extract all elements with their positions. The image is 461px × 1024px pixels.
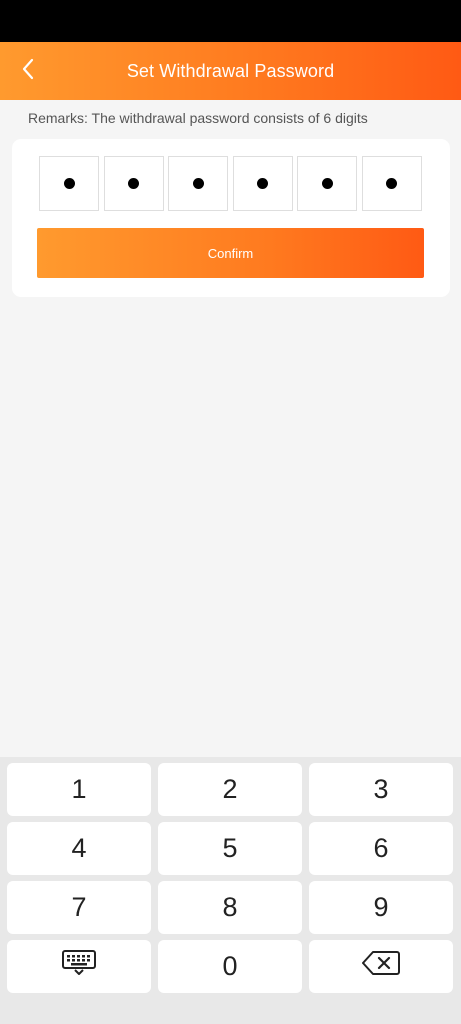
key-7[interactable]: 7 <box>7 881 151 934</box>
numeric-keypad: 1 2 3 4 5 6 7 8 9 0 <box>0 757 461 1024</box>
back-button[interactable] <box>8 51 48 91</box>
pin-input[interactable] <box>39 156 422 211</box>
pin-box[interactable] <box>168 156 229 211</box>
pin-box[interactable] <box>39 156 99 211</box>
pin-dot <box>386 178 398 189</box>
page-title: Set Withdrawal Password <box>126 60 335 81</box>
key-4[interactable]: 4 <box>7 822 151 875</box>
key-5[interactable]: 5 <box>158 822 302 875</box>
chevron-left-icon <box>21 58 35 85</box>
key-6[interactable]: 6 <box>309 822 453 875</box>
keyboard-icon <box>62 950 96 983</box>
key-0[interactable]: 0 <box>158 940 302 993</box>
pin-box[interactable] <box>361 156 422 211</box>
pin-dot <box>192 178 204 189</box>
confirm-button[interactable]: Confirm <box>37 228 424 278</box>
key-8[interactable]: 8 <box>158 881 302 934</box>
key-2[interactable]: 2 <box>158 763 302 816</box>
backspace-button[interactable] <box>309 940 453 993</box>
key-1[interactable]: 1 <box>7 763 151 816</box>
pin-dot <box>321 178 333 189</box>
password-card: Confirm <box>12 139 450 297</box>
pin-box[interactable] <box>232 156 293 211</box>
key-3[interactable]: 3 <box>309 763 453 816</box>
key-9[interactable]: 9 <box>309 881 453 934</box>
pin-dot <box>128 178 140 189</box>
pin-dot <box>63 178 75 189</box>
keyboard-toggle-button[interactable] <box>7 940 151 993</box>
app-header: Set Withdrawal Password <box>0 42 461 100</box>
password-remarks: Remarks: The withdrawal password consist… <box>28 110 368 126</box>
pin-box[interactable] <box>297 156 358 211</box>
pin-box[interactable] <box>103 156 164 211</box>
status-bar <box>0 0 461 42</box>
pin-dot <box>257 178 269 189</box>
backspace-icon <box>362 950 400 983</box>
